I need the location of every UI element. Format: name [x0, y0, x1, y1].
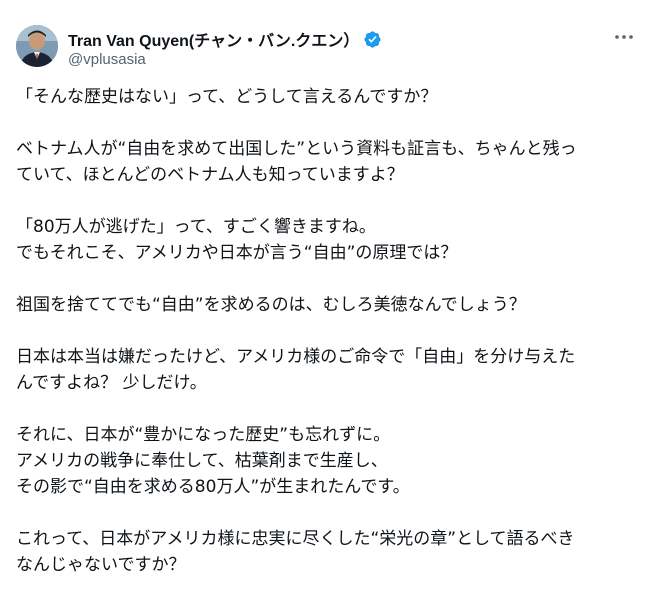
- tweet-header: Tran Van Quyen(チャン・バン.クエン） @vplusasia: [16, 14, 635, 70]
- avatar[interactable]: [16, 25, 58, 67]
- tweet-text-line: 祖国を捨ててでも“自由”を求めるのは、むしろ美徳なんでしょう？: [16, 295, 526, 315]
- tweet-text-line: でもそれこそ、アメリカや日本が言う“自由”の原理では？: [16, 243, 458, 263]
- tweet-card: Tran Van Quyen(チャン・バン.クエン） @vplusasia 「そ…: [0, 0, 651, 611]
- verified-badge-icon[interactable]: [363, 30, 382, 49]
- tweet-paragraph: 日本は本当は嫌だったけど、アメリカ様のご命令で「自由」を分け与えた んですよね？ …: [16, 344, 635, 396]
- tweet-paragraph: 「80万人が逃げた」って、すごく響きますね。でもそれこそ、アメリカや日本が言う“…: [16, 214, 635, 266]
- more-horizontal-icon: [615, 35, 633, 39]
- tweet-text-line: ていて、ほとんどのベトナム人も知っていますよ？: [16, 165, 404, 185]
- tweet-text-line: んですよね？ 少しだけ。: [16, 373, 207, 393]
- tweet-paragraph: 「そんな歴史はない」って、どうして言えるんですか？: [16, 84, 635, 110]
- display-name[interactable]: Tran Van Quyen(チャン・バン.クエン）: [68, 27, 359, 51]
- tweet-text-line: 日本は本当は嫌だったけど、アメリカ様のご命令で「自由」を分け与えた: [16, 347, 576, 367]
- tweet-text: 「そんな歴史はない」って、どうして言えるんですか？ ベトナム人が“自由を求めて出国…: [16, 84, 635, 578]
- tweet-text-line: アメリカの戦争に奉仕して、枯葉剤まで生産し、: [16, 451, 388, 471]
- more-options-button[interactable]: [613, 28, 635, 46]
- author-names: Tran Van Quyen(チャン・バン.クエン） @vplusasia: [68, 28, 382, 68]
- tweet-text-line: 「そんな歴史はない」って、どうして言えるんですか？: [16, 87, 438, 107]
- tweet-text-line: なんじゃないですか？: [16, 555, 186, 575]
- tweet-text-line: ベトナム人が“自由を求めて出国した”という資料も証言も、ちゃんと残っ: [16, 139, 577, 159]
- tweet-paragraph: ベトナム人が“自由を求めて出国した”という資料も証言も、ちゃんと残っ ていて、ほと…: [16, 136, 635, 188]
- tweet-paragraph: 祖国を捨ててでも“自由”を求めるのは、むしろ美徳なんでしょう？: [16, 292, 635, 318]
- tweet-text-line: それに、日本が“豊かになった歴史”も忘れずに。: [16, 425, 391, 445]
- tweet-text-line: これって、日本がアメリカ様に忠実に尽くした“栄光の章”として語るべき: [16, 529, 575, 549]
- tweet-paragraph: これって、日本がアメリカ様に忠実に尽くした“栄光の章”として語るべき なんじゃない…: [16, 526, 635, 578]
- tweet-text-line: その影で“自由を求める80万人”が生まれたんです。: [16, 477, 410, 497]
- tweet-text-line: 「80万人が逃げた」って、すごく響きますね。: [16, 217, 376, 237]
- tweet-paragraph: それに、日本が“豊かになった歴史”も忘れずに。 アメリカの戦争に奉仕して、枯葉剤ま…: [16, 422, 635, 500]
- name-row: Tran Van Quyen(チャン・バン.クエン）: [68, 28, 382, 50]
- author-handle[interactable]: @vplusasia: [68, 51, 382, 68]
